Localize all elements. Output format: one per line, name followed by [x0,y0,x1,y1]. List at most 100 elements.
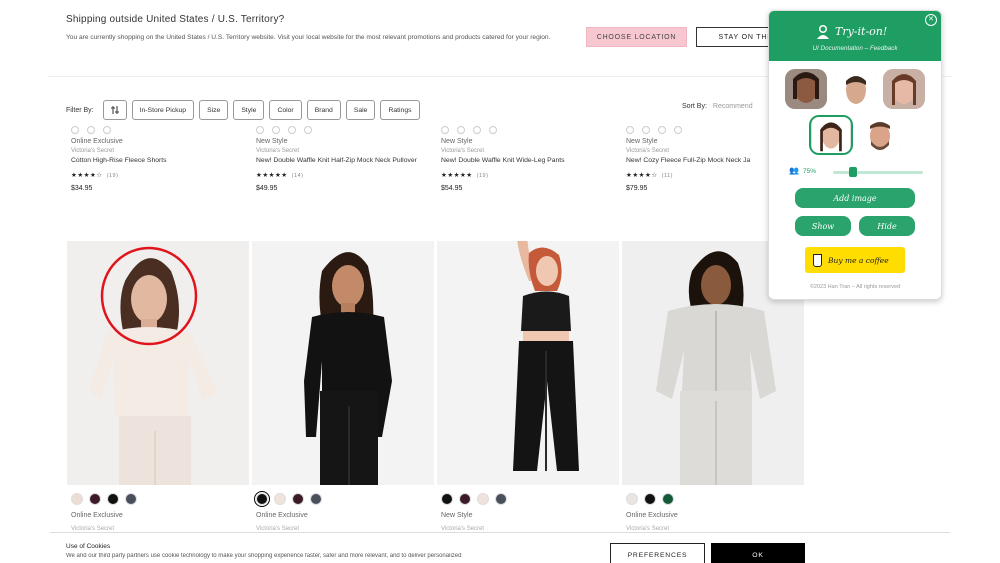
swatch[interactable] [310,493,322,505]
sort-value[interactable]: Recommend [713,103,753,110]
swatch[interactable] [254,491,270,507]
model-tank-pants-image [437,241,619,485]
product-badge: New Style [441,138,473,145]
review-count: (19) [476,173,489,179]
product-image[interactable] [67,241,249,485]
product-info[interactable]: New Style Victoria's Secret New! Double … [256,126,431,192]
color-swatches [441,126,616,134]
filter-settings-button[interactable] [102,100,127,120]
swatch[interactable] [644,493,656,505]
product-name[interactable]: New! Double Waffle Knit Wide-Leg Pants [441,156,616,166]
product-image[interactable] [437,241,619,485]
product-name[interactable]: New! Cozy Fleece Full-Zip Mock Neck Ja [626,156,766,166]
swatch[interactable] [71,493,83,505]
color-swatches[interactable] [441,493,507,505]
close-icon[interactable]: ✕ [925,14,937,26]
face-thumbnail-icon [835,69,877,109]
face-option[interactable] [835,69,877,109]
product-info[interactable]: Online Exclusive Victoria's Secret Cotto… [71,126,246,192]
people-icon: 👥 [789,166,799,175]
product-badge: New Style [626,138,658,145]
swatch[interactable] [626,493,638,505]
cookie-preferences-button[interactable]: PREFERENCES [610,543,705,563]
color-swatches[interactable] [254,491,322,507]
copyright-text: ©2023 Han Tran – All rights reserved [809,284,901,290]
swatch[interactable] [274,493,286,505]
product-rating: ★★★★★ (19) [441,171,616,179]
cookie-ok-button[interactable]: OK [711,543,805,563]
add-image-button[interactable]: Add image [795,188,915,208]
swatch[interactable] [89,493,101,505]
product-badge: New Style [441,512,473,519]
try-it-on-title-text: Try-it-on! [835,24,888,38]
product-info[interactable]: New Style Victoria's Secret New! Cozy Fl… [626,126,766,192]
color-swatches [71,126,246,134]
product-image[interactable] [252,241,434,485]
filter-chip-sale[interactable]: Sale [345,100,376,120]
shipping-banner: Shipping outside United States / U.S. Te… [66,14,826,64]
product-rating: ★★★★☆ (11) [626,171,766,179]
review-count: (11) [661,173,674,179]
face-option[interactable] [859,115,901,155]
product-rating: ★★★★★ (14) [256,171,431,179]
opacity-slider[interactable]: 👥 75% [789,166,929,178]
star-rating: ★★★★★ [441,172,473,179]
product-price: $79.95 [626,185,648,192]
shipping-message: You are currently shopping on the United… [66,34,551,41]
model-black-outfit-image [252,241,434,485]
face-option-selected[interactable] [809,115,853,155]
swatch[interactable] [125,493,137,505]
product-brand: Victoria's Secret [626,148,670,154]
color-swatches[interactable] [626,493,674,505]
filter-bar: Filter By: In-Store Pickup Size Style Co… [66,100,420,120]
slider-handle[interactable] [849,167,857,177]
product-info[interactable]: New Style Victoria's Secret New! Double … [441,126,616,192]
swatch[interactable] [662,493,674,505]
face-thumbnail-icon [883,69,925,109]
filter-label: Filter By: [66,106,94,114]
filter-chip-in-store-pickup[interactable]: In-Store Pickup [131,100,195,120]
filter-chip-size[interactable]: Size [199,100,229,120]
choose-location-button[interactable]: CHOOSE LOCATION [586,27,687,47]
buy-me-a-coffee-button[interactable]: Buy me a coffee [805,247,905,273]
star-rating: ★★★★★ [256,172,288,179]
star-rating: ★★★★☆ [626,172,658,179]
cookie-title: Use of Cookies [66,543,111,550]
product-name[interactable]: Cotton High-Rise Fleece Shorts [71,156,246,166]
cookie-message: We and our third party partners use cook… [66,553,462,559]
face-thumbnail-icon [859,115,901,155]
hide-button[interactable]: Hide [859,216,915,236]
face-option[interactable] [883,69,925,109]
swatch[interactable] [441,493,453,505]
sort-by[interactable]: Sort By: Recommend [682,103,753,110]
slider-track[interactable] [833,171,923,174]
swatch[interactable] [459,493,471,505]
face-thumbnail-icon [812,117,850,153]
product-badge: Online Exclusive [71,138,123,145]
swatch[interactable] [292,493,304,505]
face-selector [769,69,941,159]
product-brand: Victoria's Secret [71,148,115,154]
try-it-on-header: Try-it-on! UI Documentation – Feedback ✕ [769,11,941,61]
show-button[interactable]: Show [795,216,851,236]
filter-chip-style[interactable]: Style [233,100,265,120]
filter-chip-brand[interactable]: Brand [306,100,341,120]
face-option[interactable] [785,69,827,109]
filter-chip-ratings[interactable]: Ratings [380,100,420,120]
try-it-on-tagline[interactable]: UI Documentation – Feedback [769,45,941,52]
coffee-label: Buy me a coffee [828,255,889,265]
swatch[interactable] [495,493,507,505]
color-swatches [256,126,431,134]
sliders-icon [110,106,119,114]
product-price: $54.95 [441,185,463,192]
filter-chip-color[interactable]: Color [269,100,302,120]
person-logo-icon [817,25,829,39]
swatch[interactable] [477,493,489,505]
product-name[interactable]: New! Double Waffle Knit Half-Zip Mock Ne… [256,156,431,166]
color-swatches[interactable] [71,493,137,505]
try-it-on-title: Try-it-on! [815,23,887,39]
review-count: (19) [106,173,119,179]
cookie-banner: Use of Cookies We and our third party pa… [50,532,950,563]
swatch[interactable] [107,493,119,505]
product-price: $34.95 [71,185,93,192]
